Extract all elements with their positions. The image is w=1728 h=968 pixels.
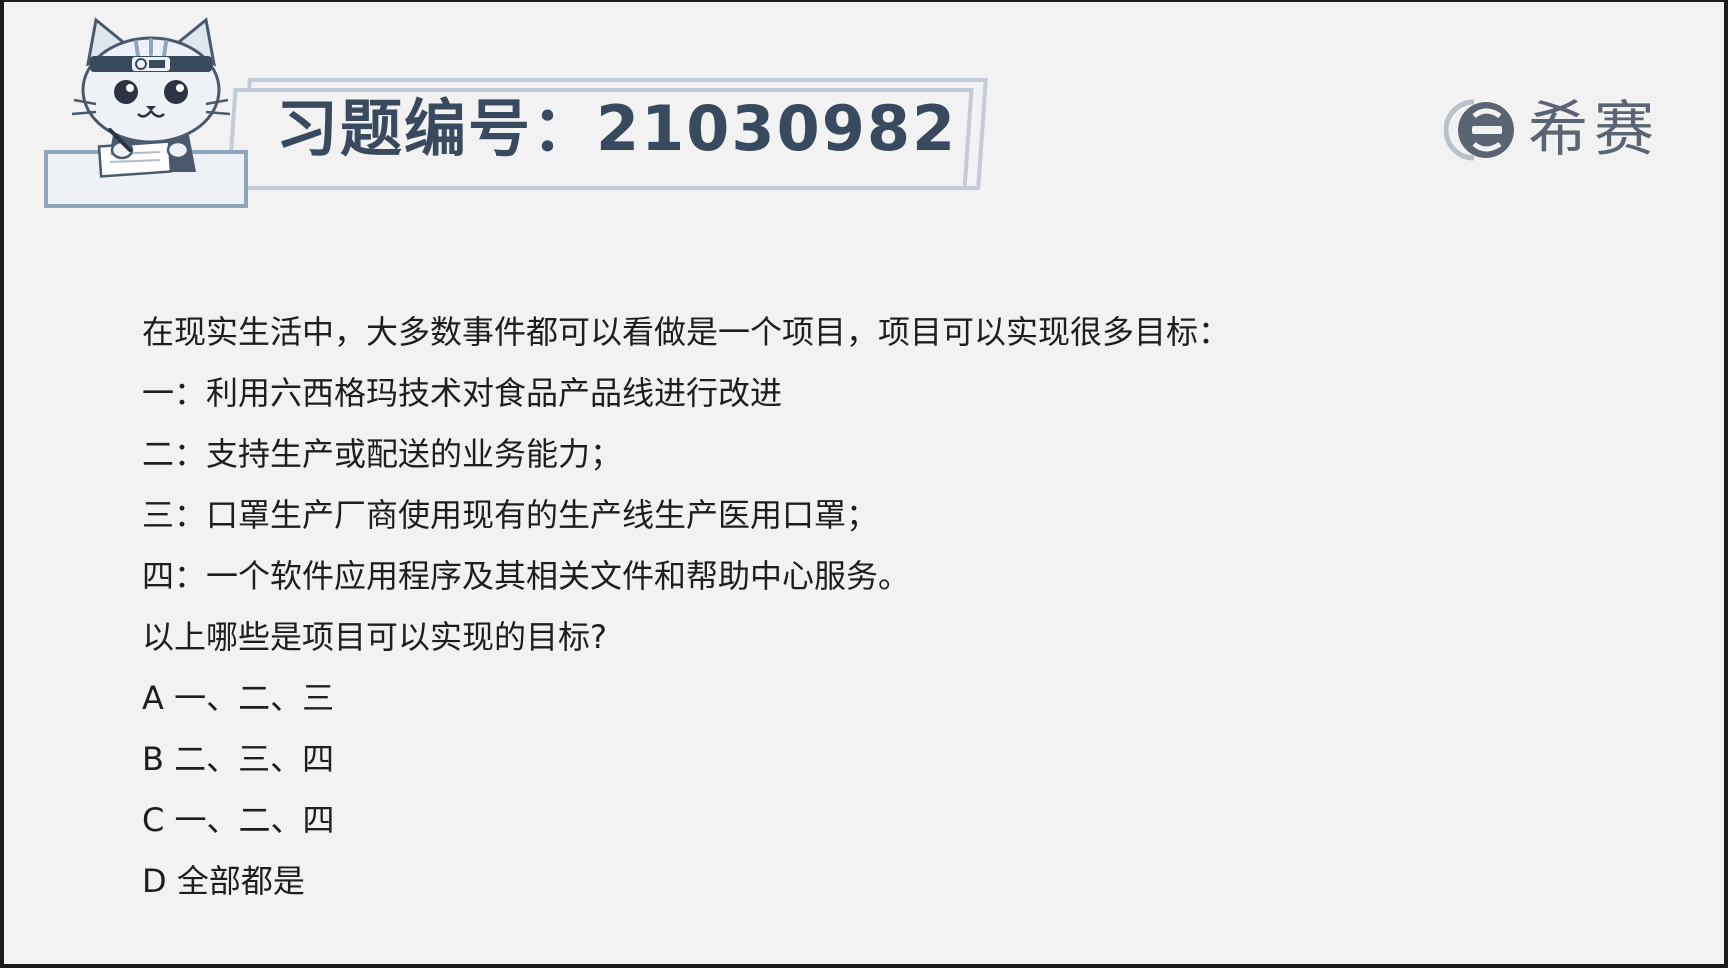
exercise-title-label: 习题编号： (276, 92, 597, 165)
question-item-3: 三：口罩生产厂商使用现有的生产线生产医用口罩； (142, 496, 879, 534)
exercise-number: 21030982 (596, 92, 958, 165)
option-text: 一、二、三 (174, 679, 335, 717)
question-item-2: 二：支持生产或配送的业务能力； (142, 435, 623, 473)
xisai-logo-icon (1444, 99, 1514, 161)
question-content: 在现实生活中，大多数事件都可以看做是一个项目，项目可以实现很多目标： 一：利用六… (142, 302, 1642, 912)
question-prompt: 以上哪些是项目可以实现的目标? (142, 618, 607, 656)
brand-logo: 希赛 (1444, 92, 1660, 168)
option-text: 二、三、四 (174, 740, 335, 778)
option-text: 一、二、四 (174, 801, 335, 839)
slide: 习题编号：21030982 希赛 在现实生活中，大多数事件都可以看做是一个项目，… (4, 2, 1724, 964)
option-text: 全部都是 (176, 862, 305, 900)
brand-name: 希赛 (1528, 95, 1660, 165)
option-letter: B (142, 740, 164, 778)
option-letter: A (142, 679, 164, 717)
option-c: C 一、二、四 (142, 790, 1642, 851)
cat-mascot-icon (71, 17, 231, 178)
option-a: A 一、二、三 (142, 668, 1642, 729)
option-letter: C (142, 801, 165, 839)
option-d: D 全部都是 (142, 851, 1642, 912)
exercise-title: 习题编号：21030982 (276, 86, 957, 172)
question-item-4: 四：一个软件应用程序及其相关文件和帮助中心服务。 (142, 557, 911, 595)
option-letter: D (142, 862, 167, 900)
option-b: B 二、三、四 (142, 729, 1642, 790)
question-item-1: 一：利用六西格玛技术对食品产品线进行改进 (142, 374, 783, 412)
question-intro: 在现实生活中，大多数事件都可以看做是一个项目，项目可以实现很多目标： (142, 313, 1231, 351)
